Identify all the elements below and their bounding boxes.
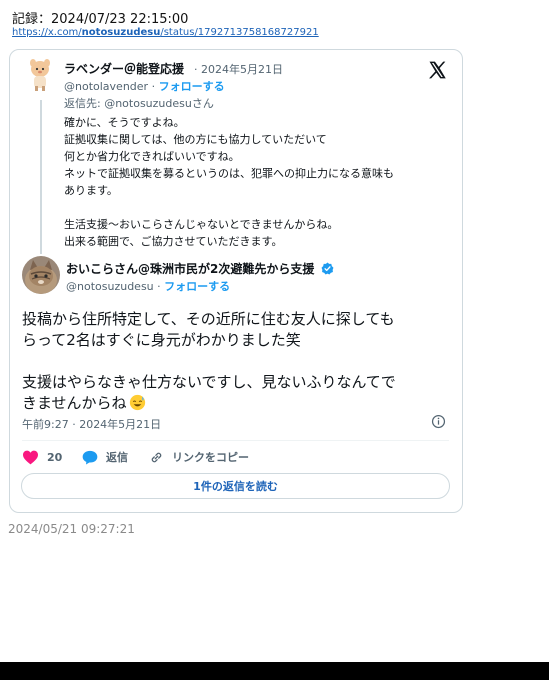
x-logo-icon[interactable] xyxy=(427,60,447,80)
parent-handle-line: @notolavender · フォローする xyxy=(64,80,225,93)
parent-body-line: 証拠収集に関しては、他の方にも協力していただいて xyxy=(64,133,327,146)
url-user: notosuzudesu xyxy=(81,27,161,38)
parent-tweet-body: 確かに、そうですよね。 証拠収集に関しては、他の方にも協力していただいて 何とか… xyxy=(64,114,449,250)
main-tweet-body: 投稿から住所特定して、その近所に住む友人に探しても らって2名はすぐに身元がわか… xyxy=(22,309,452,414)
main-body-line: らって2名はすぐに身元がわかりました笑 xyxy=(22,331,301,349)
like-button[interactable]: 20 xyxy=(22,447,62,467)
parent-body-line: 生活支援〜おいこらさんじゃないとできませんからね。 xyxy=(64,218,339,231)
main-avatar[interactable] xyxy=(22,256,60,294)
parent-body-line: 出来る範囲で、ご協力させていただきます。 xyxy=(64,235,283,248)
copy-link-button[interactable]: リンクをコピー xyxy=(149,447,249,467)
reply-label: 返信 xyxy=(106,451,128,464)
parent-avatar[interactable] xyxy=(23,58,57,92)
sweat-smile-emoji-icon xyxy=(129,394,145,411)
info-icon[interactable] xyxy=(431,414,446,429)
parent-display-name[interactable]: ラベンダー＠能登応援 xyxy=(64,60,184,77)
thread-connector xyxy=(40,100,42,254)
main-body-line: 支援はやらなきゃ仕方ないですし、見ないふりなんてで xyxy=(22,373,396,391)
parent-body-line xyxy=(64,199,449,216)
main-body-line xyxy=(22,351,452,372)
read-replies-button[interactable]: 1件の返信を読む xyxy=(21,473,450,499)
link-icon xyxy=(151,452,162,462)
reply-button[interactable]: 返信 xyxy=(82,447,128,467)
reply-bubble-icon xyxy=(82,450,98,464)
parent-body-line: 確かに、そうですよね。 xyxy=(64,116,185,129)
heart-icon xyxy=(23,450,38,464)
url-suffix: /status/1792713758168727921 xyxy=(160,27,319,38)
parent-body-line: 何とか省力化できればいいですね。 xyxy=(64,150,240,163)
url-prefix: https://x.com/ xyxy=(12,27,82,38)
main-body-line-last: きませんからね xyxy=(22,393,452,414)
record-timestamp: 記録：2024/07/23 22:15:00 xyxy=(12,12,189,27)
capture-date: 2024/05/21 09:27:21 xyxy=(8,522,135,536)
main-timestamp[interactable]: 午前9:27 · 2024年5月21日 xyxy=(22,416,161,432)
main-display-name[interactable]: おいこらさん@珠洲市民が2次避難先から支援 xyxy=(66,260,314,277)
divider xyxy=(22,440,449,441)
action-bar: 20 返信 リンクをコピー xyxy=(22,447,442,467)
source-url-link[interactable]: https://x.com/notosuzudesu/status/179271… xyxy=(12,27,319,38)
parent-date[interactable]: · 2024年5月21日 xyxy=(194,61,283,77)
verified-badge-icon xyxy=(321,262,334,275)
main-handle[interactable]: @notosuzudesu xyxy=(66,280,154,293)
main-handle-line: @notosuzudesu · フォローする xyxy=(66,280,231,293)
parent-handle[interactable]: @notolavender xyxy=(64,80,148,93)
copy-link-label: リンクをコピー xyxy=(172,451,249,464)
main-body-line: 投稿から住所特定して、その近所に住む友人に探しても xyxy=(22,310,395,328)
parent-body-line: ネットで証拠収集を募るというのは、犯罪への抑止力になる意味も xyxy=(64,167,394,180)
like-count: 20 xyxy=(47,450,63,464)
parent-reply-to: 返信先: @notosuzudesuさん xyxy=(64,97,214,110)
parent-follow-link[interactable]: フォローする xyxy=(159,80,225,93)
parent-body-line: あります。 xyxy=(64,184,118,197)
main-body-line: きませんからね xyxy=(22,394,127,412)
main-follow-link[interactable]: フォローする xyxy=(164,280,230,293)
bottom-black-bar xyxy=(0,662,549,680)
